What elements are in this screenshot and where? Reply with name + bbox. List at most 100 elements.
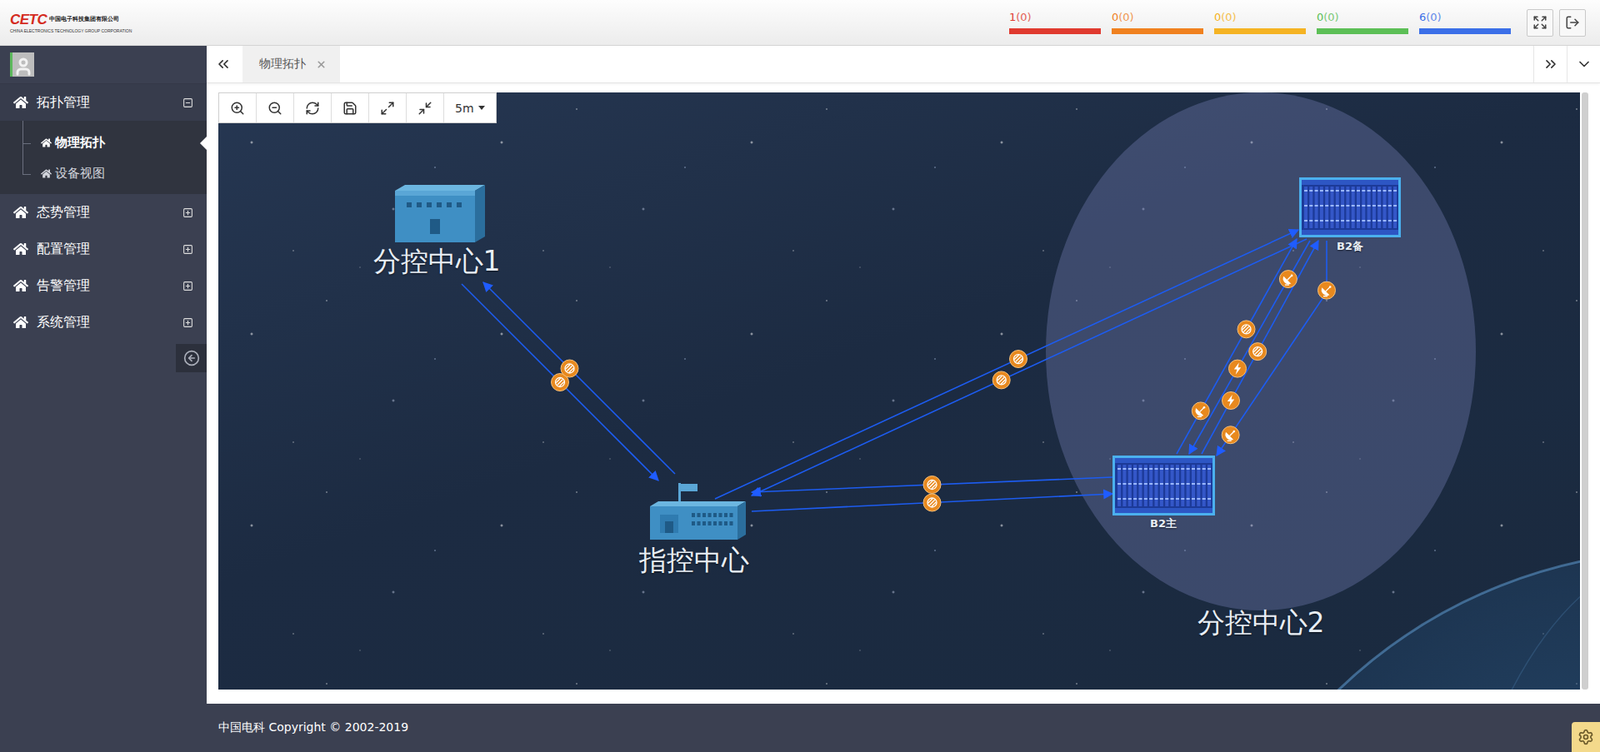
optical-link-icon[interactable] bbox=[992, 371, 1010, 390]
sidebar-subitem-label: 物理拓扑 bbox=[55, 135, 105, 151]
alarm-bar bbox=[1419, 28, 1511, 35]
link-line[interactable] bbox=[751, 494, 1113, 512]
chevron-down-icon bbox=[1575, 55, 1593, 73]
alarm-counter[interactable]: 6(0) bbox=[1419, 10, 1511, 35]
alarm-count: 6(0) bbox=[1419, 10, 1511, 25]
main: 物理拓扑5m分控中心1指控中心B2备B2主分控中心2中国电科 Copyright… bbox=[206, 45, 1600, 752]
link-line[interactable] bbox=[1189, 240, 1310, 455]
copyright: 中国电科 Copyright © 2002-2019 bbox=[218, 720, 409, 736]
link-line[interactable] bbox=[715, 230, 1299, 500]
zoom-out-button[interactable] bbox=[256, 93, 295, 123]
sidebar-submenu: 物理拓扑设备视图 bbox=[0, 120, 207, 195]
alarm-pending: (0) bbox=[1015, 10, 1031, 24]
sidebar-item-label: 告警管理 bbox=[36, 277, 175, 295]
wireless-link-icon[interactable] bbox=[1222, 392, 1240, 410]
node-label: 指控中心 bbox=[639, 545, 750, 577]
home-icon bbox=[40, 137, 52, 149]
node-label: B2主 bbox=[1150, 518, 1177, 531]
sidebar-subitem[interactable]: 设备视图 bbox=[0, 158, 207, 190]
alarm-bar bbox=[1111, 28, 1204, 35]
expand-icon bbox=[182, 317, 194, 329]
satellite-link-icon[interactable] bbox=[1191, 402, 1210, 420]
optical-link-icon[interactable] bbox=[923, 494, 941, 512]
logo-name-en: CHINA ELECTRONICS TECHNOLOGY GROUP CORPO… bbox=[10, 28, 132, 34]
link-line[interactable] bbox=[1201, 240, 1319, 455]
optical-link-icon[interactable] bbox=[1249, 343, 1267, 361]
shrink-button[interactable] bbox=[406, 93, 445, 123]
alarm-counter[interactable]: 0(0) bbox=[1316, 10, 1409, 35]
alarm-pending: (0) bbox=[1220, 10, 1236, 24]
link-line[interactable] bbox=[483, 282, 675, 475]
tab-spacer bbox=[340, 45, 1534, 83]
tab[interactable]: 物理拓扑 bbox=[242, 45, 340, 83]
collapse-icon bbox=[182, 97, 194, 109]
save-button[interactable] bbox=[331, 93, 370, 123]
tab-scroll-left-button[interactable] bbox=[206, 45, 240, 83]
sidebar-item-label: 配置管理 bbox=[36, 240, 175, 259]
building-icon bbox=[395, 184, 485, 243]
link-line[interactable] bbox=[1176, 239, 1297, 455]
alarm-counter[interactable]: 0(0) bbox=[1111, 10, 1204, 35]
optical-link-icon[interactable] bbox=[1237, 320, 1255, 339]
close-icon bbox=[315, 59, 327, 70]
optical-link-icon[interactable] bbox=[560, 360, 579, 378]
zoom-in-icon bbox=[230, 100, 245, 116]
tab-menu-button[interactable] bbox=[1566, 45, 1600, 83]
group-area[interactable] bbox=[1045, 92, 1476, 611]
command-node[interactable] bbox=[650, 481, 746, 540]
tab-scroll-right-button[interactable] bbox=[1533, 45, 1567, 83]
zoom-out-icon bbox=[267, 100, 283, 116]
header: CETC中国电子科技集团有限公司CHINA ELECTRONICS TECHNO… bbox=[0, 0, 1600, 46]
sidebar-item[interactable]: 态势管理 bbox=[0, 194, 207, 231]
sidebar-item-label: 系统管理 bbox=[36, 314, 175, 332]
content: 5m分控中心1指控中心B2备B2主分控中心2 bbox=[206, 83, 1600, 705]
canvas-scrollbar[interactable] bbox=[1581, 92, 1589, 690]
avatar[interactable] bbox=[10, 52, 35, 77]
rack-icon bbox=[1112, 455, 1215, 516]
optical-link-icon[interactable] bbox=[923, 476, 941, 495]
logout-button[interactable] bbox=[1559, 9, 1586, 37]
sidebar-subitem-label: 设备视图 bbox=[55, 165, 105, 182]
collapse-sidebar-button[interactable] bbox=[175, 344, 207, 373]
wireless-link-icon[interactable] bbox=[1229, 360, 1247, 378]
alarm-bar bbox=[1009, 28, 1101, 35]
zoom-in-button[interactable] bbox=[219, 93, 257, 123]
alarm-counters: 1(0) 0(0) 0(0) 0(0) 6(0) bbox=[1009, 10, 1511, 35]
settings-button[interactable] bbox=[1571, 722, 1600, 752]
alarm-count: 0(0) bbox=[1214, 10, 1306, 25]
node-label: B2备 bbox=[1336, 240, 1364, 254]
caret-icon bbox=[478, 105, 485, 110]
sidebar-subitem[interactable]: 物理拓扑 bbox=[0, 127, 207, 159]
building-node[interactable] bbox=[395, 184, 485, 243]
sidebar-item[interactable]: 配置管理 bbox=[0, 230, 207, 268]
sidebar-item[interactable]: 系统管理 bbox=[0, 304, 207, 341]
link-line[interactable] bbox=[751, 239, 1307, 496]
alarm-counter[interactable]: 1(0) bbox=[1009, 10, 1101, 35]
alarm-bar bbox=[1316, 28, 1409, 35]
save-icon bbox=[342, 100, 358, 116]
logo-name-cn: 中国电子科技集团有限公司 bbox=[49, 15, 120, 24]
satellite-link-icon[interactable] bbox=[1318, 281, 1336, 300]
alarm-count: 1(0) bbox=[1009, 10, 1101, 25]
alarm-count: 0(0) bbox=[1111, 10, 1204, 25]
alarm-counter[interactable]: 0(0) bbox=[1214, 10, 1306, 35]
alarm-count: 0(0) bbox=[1316, 10, 1409, 25]
sidebar-item[interactable]: 拓扑管理 bbox=[0, 84, 207, 121]
sidebar-item[interactable]: 告警管理 bbox=[0, 267, 207, 305]
refresh-button[interactable] bbox=[294, 93, 332, 123]
header-buttons bbox=[1526, 9, 1586, 37]
rack-node[interactable] bbox=[1112, 455, 1215, 516]
user-icon bbox=[13, 56, 34, 77]
satellite-link-icon[interactable] bbox=[1279, 270, 1297, 289]
logo-top: CETC中国电子科技集团有限公司 bbox=[10, 12, 132, 28]
rack-node[interactable] bbox=[1299, 177, 1401, 238]
expand-button[interactable] bbox=[369, 93, 407, 123]
fullscreen-button[interactable] bbox=[1526, 9, 1554, 37]
link-line[interactable] bbox=[461, 284, 659, 481]
link-line[interactable] bbox=[1216, 240, 1327, 456]
topology-canvas[interactable]: 5m分控中心1指控中心B2备B2主分控中心2 bbox=[218, 92, 1580, 690]
interval-select[interactable]: 5m bbox=[444, 93, 496, 123]
satellite-link-icon[interactable] bbox=[1221, 426, 1240, 445]
optical-link-icon[interactable] bbox=[1010, 350, 1028, 369]
tab-close-button[interactable] bbox=[315, 59, 327, 70]
